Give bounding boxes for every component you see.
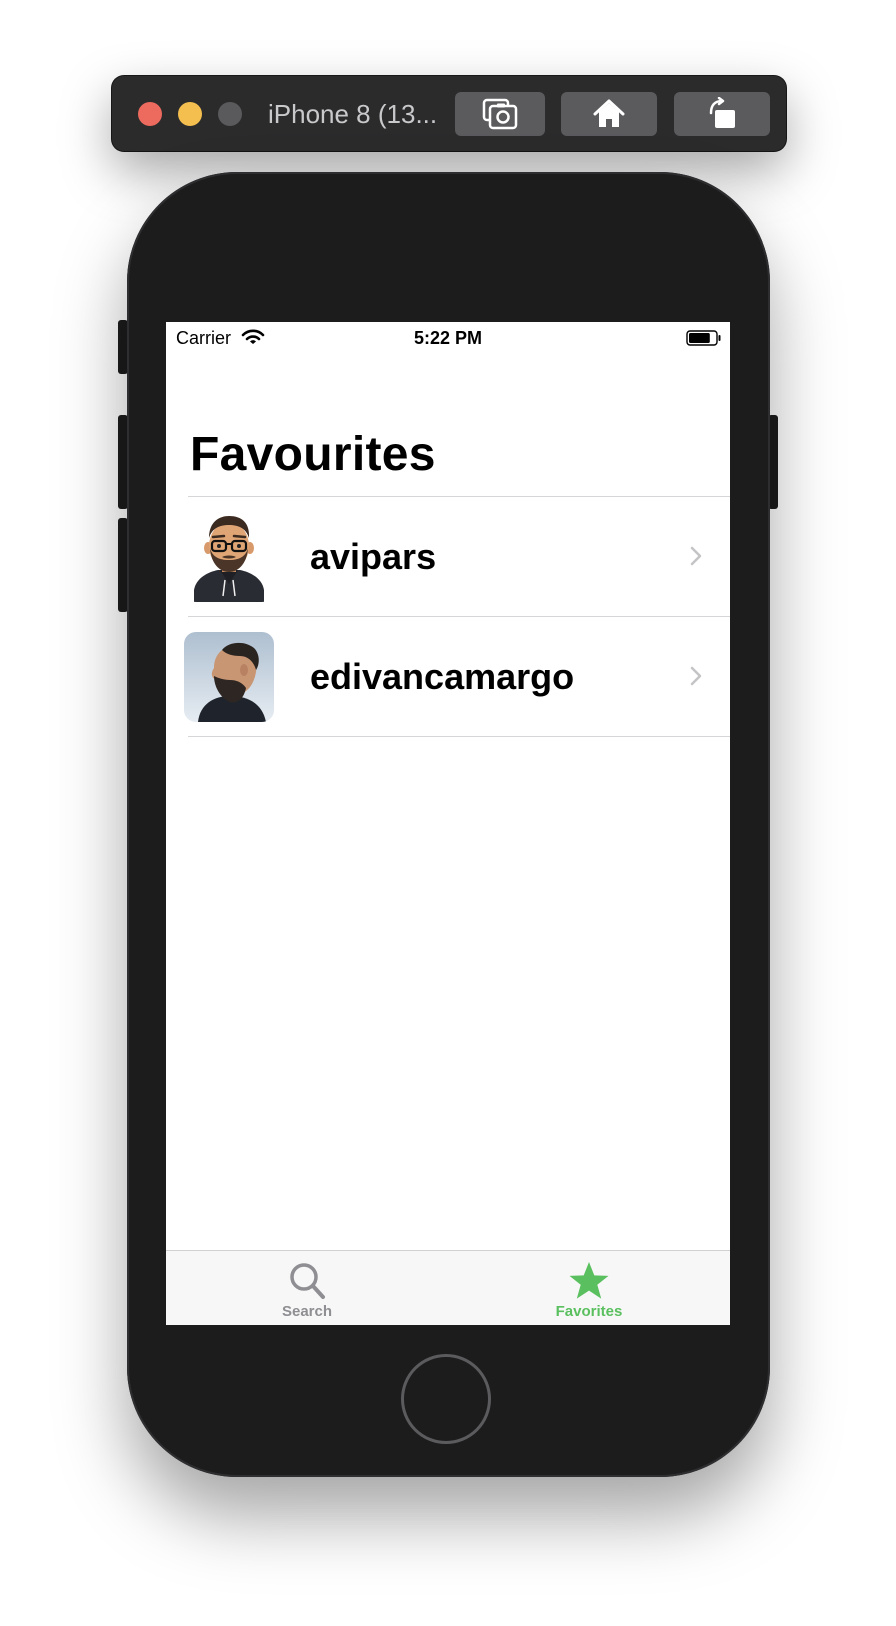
favorite-username: avipars [310, 536, 437, 577]
screenshot-icon [482, 98, 518, 130]
home-icon [593, 99, 625, 127]
memoji-avatar [184, 512, 274, 602]
tab-favorites-label: Favorites [555, 1303, 623, 1320]
screenshot-button[interactable] [455, 92, 545, 136]
simulator-window: iPhone 8 (13... Carrier 5:22 PM Favourit… [0, 0, 896, 1626]
chevron-right-icon [690, 666, 702, 686]
status-time: 5:22 PM [413, 328, 483, 348]
device-home-button[interactable] [401, 1354, 491, 1444]
home-button-toolbar[interactable] [561, 92, 657, 136]
battery-icon [686, 330, 721, 346]
tab-search[interactable]: Search [166, 1251, 448, 1325]
rotate-button[interactable] [674, 92, 770, 136]
zoom-window-button[interactable] [218, 102, 242, 126]
list-separator [188, 736, 730, 737]
status-bar: Carrier 5:22 PM [166, 322, 730, 354]
close-window-button[interactable] [138, 102, 162, 126]
chevron-right-icon [690, 546, 702, 566]
star-icon [569, 1262, 609, 1299]
page-title: Favourites [190, 428, 436, 481]
tab-favorites[interactable]: Favorites [448, 1251, 730, 1325]
favorite-row-avipars[interactable]: avipars [166, 497, 730, 616]
device-screen: Carrier 5:22 PM Favourites avipars ediva… [166, 322, 730, 1325]
magnifier-icon [290, 1263, 325, 1299]
tab-search-label: Search [281, 1303, 333, 1320]
tab-bar: Search Favorites [166, 1250, 730, 1325]
rotate-icon [709, 97, 735, 128]
favorite-username: edivancamargo [310, 656, 575, 697]
simulator-title: iPhone 8 (13... [268, 99, 438, 129]
favorite-row-edivancamargo[interactable]: edivancamargo [166, 617, 730, 736]
photo-avatar [184, 632, 274, 722]
minimize-window-button[interactable] [178, 102, 202, 126]
